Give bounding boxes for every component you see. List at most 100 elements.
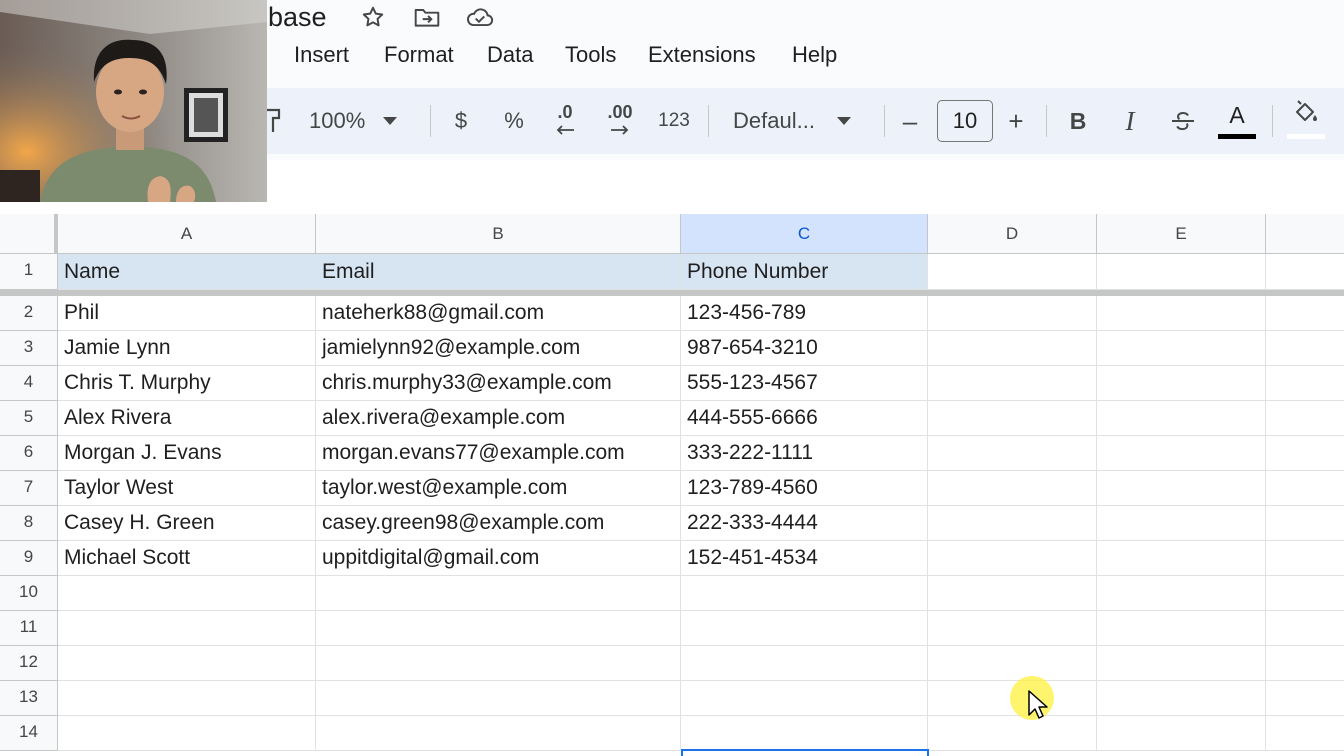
cell-overflow6[interactable] — [1266, 436, 1344, 471]
cell-overflow10[interactable] — [1266, 576, 1344, 611]
cell-c3[interactable]: 987-654-3210 — [681, 331, 928, 366]
cell-a12[interactable] — [58, 646, 316, 681]
cell-overflow3[interactable] — [1266, 331, 1344, 366]
row-header-13[interactable]: 13 — [0, 681, 58, 716]
cell-b10[interactable] — [316, 576, 681, 611]
select-all-corner[interactable] — [0, 214, 58, 254]
move-to-folder-icon[interactable] — [412, 2, 442, 32]
menu-data[interactable]: Data — [487, 40, 533, 70]
row-header-12[interactable]: 12 — [0, 646, 58, 681]
cell-d7[interactable] — [928, 471, 1097, 506]
cell-overflow1[interactable] — [1266, 254, 1344, 290]
cell-a2[interactable]: Phil — [58, 296, 316, 331]
text-color-button[interactable]: A — [1218, 88, 1256, 154]
menu-extensions[interactable]: Extensions — [648, 40, 756, 70]
cell-b1[interactable]: Email — [316, 254, 681, 290]
cell-d2[interactable] — [928, 296, 1097, 331]
increase-font-size-button[interactable]: + — [1000, 88, 1032, 154]
row-header-5[interactable]: 5 — [0, 401, 58, 436]
cell-c9[interactable]: 152-451-4534 — [681, 541, 928, 576]
cell-e1[interactable] — [1097, 254, 1266, 290]
cell-b4[interactable]: chris.murphy33@example.com — [316, 366, 681, 401]
cell-overflow12[interactable] — [1266, 646, 1344, 681]
cell-e12[interactable] — [1097, 646, 1266, 681]
cell-e3[interactable] — [1097, 331, 1266, 366]
cell-e14[interactable] — [1097, 716, 1266, 751]
cell-d10[interactable] — [928, 576, 1097, 611]
row-header-3[interactable]: 3 — [0, 331, 58, 366]
cell-a10[interactable] — [58, 576, 316, 611]
cell-b11[interactable] — [316, 611, 681, 646]
row-header-8[interactable]: 8 — [0, 506, 58, 541]
cell-b7[interactable]: taylor.west@example.com — [316, 471, 681, 506]
menu-insert[interactable]: Insert — [294, 40, 349, 70]
row-header-6[interactable]: 6 — [0, 436, 58, 471]
cloud-status-icon[interactable] — [465, 2, 495, 32]
format-currency-button[interactable]: $ — [444, 88, 478, 154]
cell-overflow9[interactable] — [1266, 541, 1344, 576]
decrease-font-size-button[interactable]: – — [894, 88, 926, 154]
column-header-e[interactable]: E — [1097, 214, 1266, 254]
menu-tools[interactable]: Tools — [565, 40, 616, 70]
column-header-b[interactable]: B — [316, 214, 681, 254]
cell-e6[interactable] — [1097, 436, 1266, 471]
cell-c7[interactable]: 123-789-4560 — [681, 471, 928, 506]
document-title[interactable]: base — [268, 0, 327, 34]
cell-c2[interactable]: 123-456-789 — [681, 296, 928, 331]
cell-e13[interactable] — [1097, 681, 1266, 716]
cell-c4[interactable]: 555-123-4567 — [681, 366, 928, 401]
cell-d3[interactable] — [928, 331, 1097, 366]
cell-c8[interactable]: 222-333-4444 — [681, 506, 928, 541]
cell-d12[interactable] — [928, 646, 1097, 681]
cell-e7[interactable] — [1097, 471, 1266, 506]
decrease-decimal-button[interactable]: .0 — [545, 88, 585, 154]
row-header-11[interactable]: 11 — [0, 611, 58, 646]
cell-a13[interactable] — [58, 681, 316, 716]
cell-d8[interactable] — [928, 506, 1097, 541]
cell-d9[interactable] — [928, 541, 1097, 576]
cell-b14[interactable] — [316, 716, 681, 751]
cell-c5[interactable]: 444-555-6666 — [681, 401, 928, 436]
cell-overflow13[interactable] — [1266, 681, 1344, 716]
cell-e9[interactable] — [1097, 541, 1266, 576]
cell-b5[interactable]: alex.rivera@example.com — [316, 401, 681, 436]
cell-overflow2[interactable] — [1266, 296, 1344, 331]
cell-a6[interactable]: Morgan J. Evans — [58, 436, 316, 471]
increase-decimal-button[interactable]: .00 — [600, 88, 640, 154]
cell-b13[interactable] — [316, 681, 681, 716]
cell-d4[interactable] — [928, 366, 1097, 401]
cell-a4[interactable]: Chris T. Murphy — [58, 366, 316, 401]
cell-a8[interactable]: Casey H. Green — [58, 506, 316, 541]
column-header-a[interactable]: A — [58, 214, 316, 254]
menu-format[interactable]: Format — [384, 40, 454, 70]
column-header-overflow[interactable] — [1266, 214, 1344, 254]
cell-b2[interactable]: nateherk88@gmail.com — [316, 296, 681, 331]
row-header-4[interactable]: 4 — [0, 366, 58, 401]
font-size-input[interactable]: 10 — [937, 100, 993, 142]
cell-b3[interactable]: jamielynn92@example.com — [316, 331, 681, 366]
italic-button[interactable]: I — [1114, 88, 1146, 154]
row-header-10[interactable]: 10 — [0, 576, 58, 611]
menu-help[interactable]: Help — [792, 40, 837, 70]
cell-d11[interactable] — [928, 611, 1097, 646]
cell-c6[interactable]: 333-222-1111 — [681, 436, 928, 471]
column-header-d[interactable]: D — [928, 214, 1097, 254]
cell-b9[interactable]: uppitdigital@gmail.com — [316, 541, 681, 576]
cell-d1[interactable] — [928, 254, 1097, 290]
row-header-1[interactable]: 1 — [0, 254, 58, 290]
font-family-select[interactable]: Defaul... — [724, 88, 874, 154]
cell-b8[interactable]: casey.green98@example.com — [316, 506, 681, 541]
cell-c10[interactable] — [681, 576, 928, 611]
cell-b12[interactable] — [316, 646, 681, 681]
column-header-c[interactable]: C — [681, 214, 928, 254]
cell-a3[interactable]: Jamie Lynn — [58, 331, 316, 366]
row-header-2[interactable]: 2 — [0, 296, 58, 331]
row-header-9[interactable]: 9 — [0, 541, 58, 576]
cell-a9[interactable]: Michael Scott — [58, 541, 316, 576]
strikethrough-icon[interactable] — [1166, 88, 1200, 154]
star-icon[interactable] — [358, 2, 388, 32]
cell-d6[interactable] — [928, 436, 1097, 471]
row-header-14[interactable]: 14 — [0, 716, 58, 751]
zoom-select[interactable]: 100% — [300, 88, 420, 154]
cell-b6[interactable]: morgan.evans77@example.com — [316, 436, 681, 471]
